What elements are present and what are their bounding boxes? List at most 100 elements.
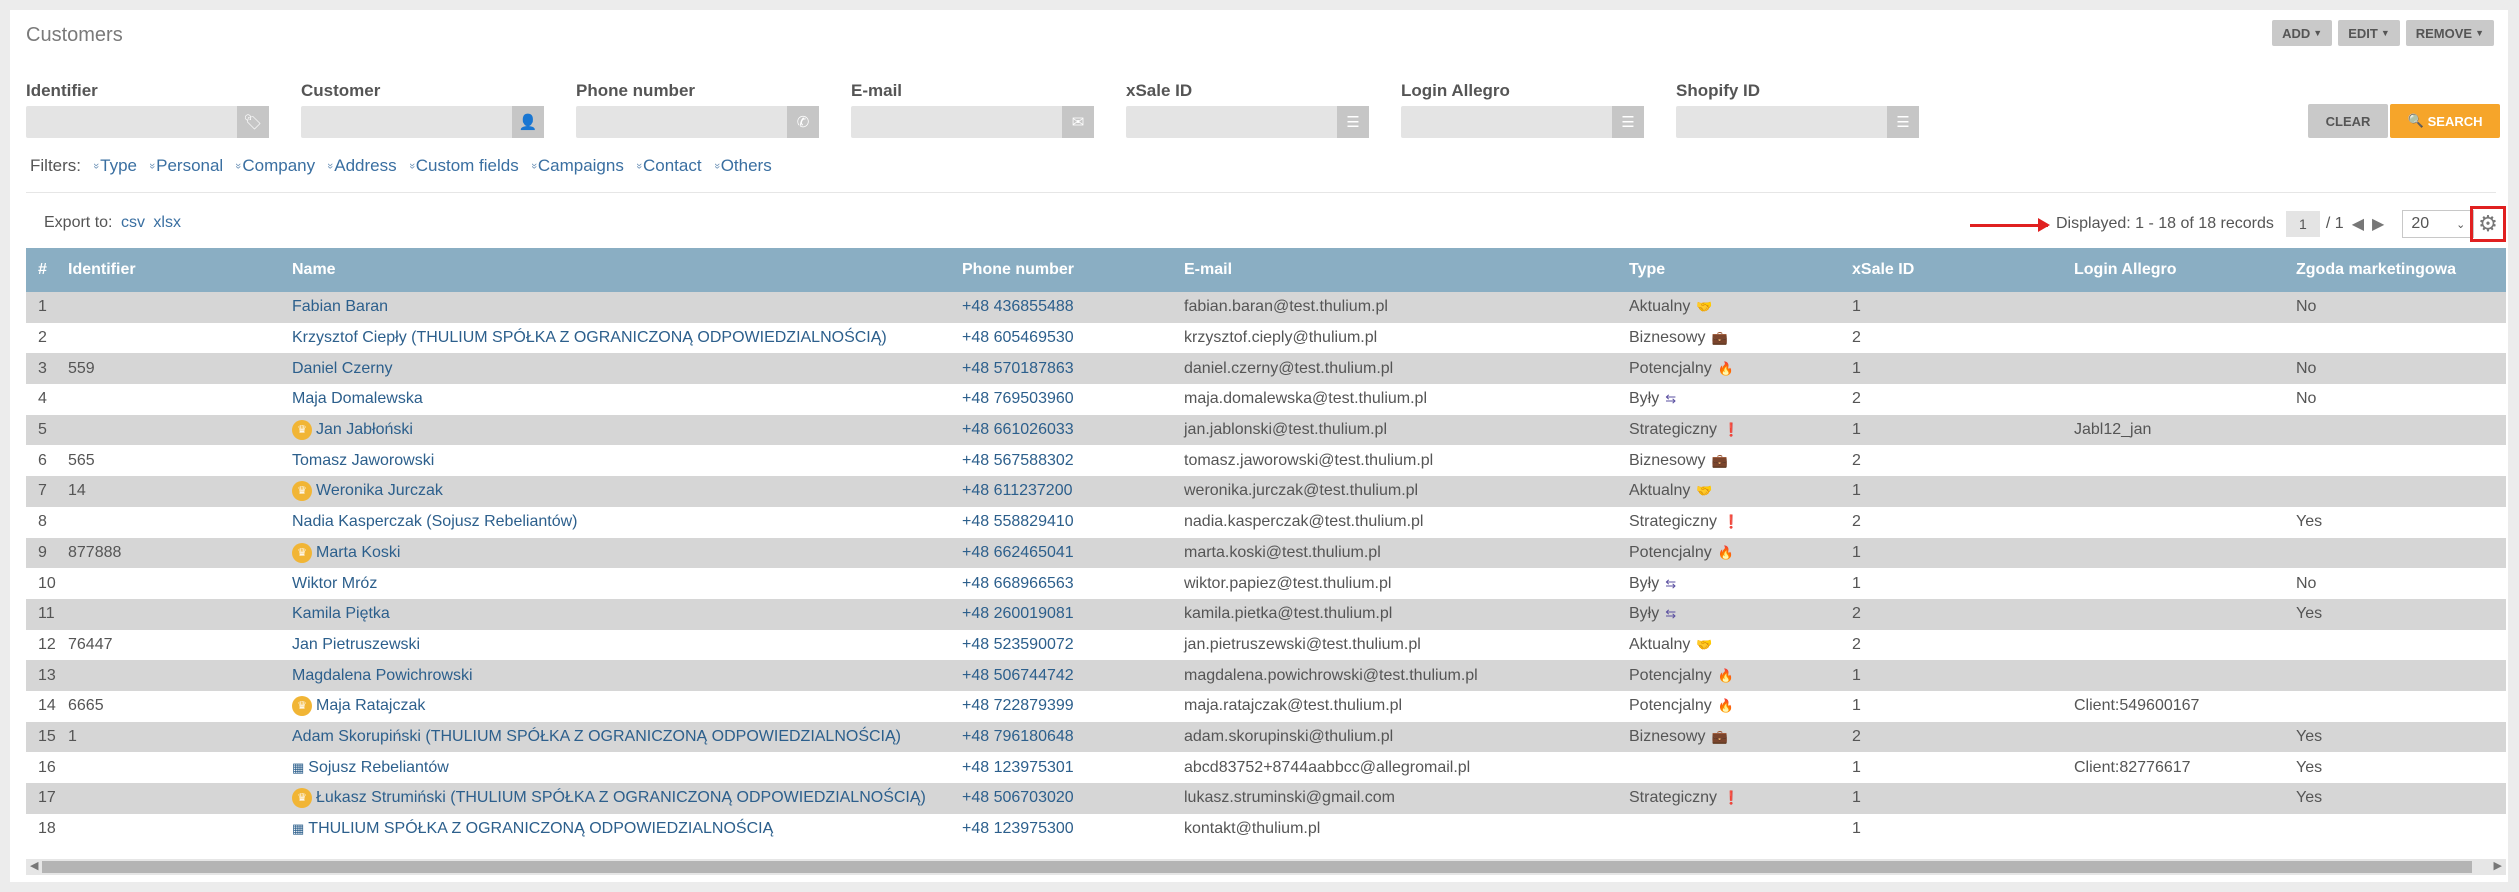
customer-name[interactable]: Jan Pietruszewski — [292, 636, 420, 653]
phone-cell[interactable]: +48 769503960 — [950, 384, 1172, 415]
filter-link[interactable]: » Others — [711, 156, 772, 176]
filter-link[interactable]: » Address — [324, 156, 396, 176]
phone-icon[interactable]: ✆ — [787, 106, 819, 138]
phone-cell[interactable]: +48 796180648 — [950, 721, 1172, 753]
table-row[interactable]: 12 76447 Jan Pietruszewski +48 523590072 jan… — [26, 629, 2506, 661]
phone-cell[interactable]: +48 570187863 — [950, 353, 1172, 385]
column-header[interactable]: Login Allegro — [2062, 248, 2284, 292]
horizontal-scrollbar[interactable]: ◀ ▶ — [26, 859, 2506, 875]
name-cell[interactable]: ♛ Maja Ratajczak — [280, 690, 950, 722]
phone-cell[interactable]: +48 436855488 — [950, 292, 1172, 323]
customer-name[interactable]: Marta Koski — [316, 544, 400, 561]
customer-name[interactable]: Maja Ratajczak — [316, 698, 425, 715]
column-header[interactable]: # — [26, 248, 56, 292]
scrollbar-thumb[interactable] — [42, 861, 2472, 873]
filter-link[interactable]: » Type — [90, 156, 137, 176]
table-row[interactable]: 17 ♛ Łukasz Strumiński (THULIUM SPÓŁKA Z O… — [26, 783, 2506, 814]
table-row[interactable]: 7 14 ♛ Weronika Jurczak +48 611237200 weronik… — [26, 476, 2506, 507]
name-cell[interactable]: ♛ Jan Jabłoński — [280, 414, 950, 446]
name-cell[interactable]: ♛ Marta Koski — [280, 537, 950, 569]
name-cell[interactable]: Jan Pietruszewski — [280, 629, 950, 661]
page-input[interactable]: 1 — [2285, 211, 2320, 237]
prev-page-icon[interactable]: ◀ — [2352, 214, 2364, 234]
add-button[interactable]: ADD ▼ — [2272, 20, 2333, 46]
list-icon[interactable]: ☰ — [1612, 106, 1644, 138]
phone-cell[interactable]: +48 523590072 — [950, 629, 1172, 661]
envelope-icon[interactable]: ✉ — [1062, 106, 1094, 138]
customer-name[interactable]: Adam Skorupiński (THULIUM SPÓŁKA Z OGRAN… — [292, 728, 901, 745]
column-header[interactable]: Name — [280, 248, 950, 292]
table-row[interactable]: 15 1 Adam Skorupiński (THULIUM SPÓŁKA Z OG… — [26, 721, 2506, 753]
table-row[interactable]: 1 Fabian Baran +48 436855488 fabian.baran@t… — [26, 292, 2506, 323]
customer-name[interactable]: Maja Domalewska — [292, 390, 423, 407]
table-row[interactable]: 2 Krzysztof Ciepły (THULIUM SPÓŁKA Z OGRA… — [26, 322, 2506, 354]
customer-name[interactable]: Nadia Kasperczak (Sojusz Rebeliantów) — [292, 513, 577, 530]
customer-name[interactable]: Jan Jabłoński — [316, 421, 413, 438]
column-header[interactable]: E-mail — [1172, 248, 1617, 292]
export-xlsx-link[interactable]: xlsx — [153, 214, 181, 231]
phone-cell[interactable]: +48 506703020 — [950, 783, 1172, 814]
filter-link[interactable]: » Personal — [146, 156, 223, 176]
customer-name[interactable]: Łukasz Strumiński (THULIUM SPÓŁKA Z OGRA… — [316, 790, 926, 807]
customer-name[interactable]: Sojusz Rebeliantów — [308, 759, 449, 776]
customer-name[interactable]: Krzysztof Ciepły (THULIUM SPÓŁKA Z OGRAN… — [292, 329, 887, 346]
table-row[interactable]: 5 ♛ Jan Jabłoński +48 661026033 jan.jablonsk… — [26, 414, 2506, 446]
phone-cell[interactable]: +48 567588302 — [950, 445, 1172, 477]
customer-name[interactable]: THULIUM SPÓŁKA Z OGRANICZONĄ ODPOWIEDZIA… — [308, 820, 773, 837]
column-header[interactable]: Identifier — [56, 248, 280, 292]
page-size-select[interactable]: 20 ⌄ — [2402, 210, 2475, 238]
edit-button[interactable]: EDIT ▼ — [2338, 20, 2400, 46]
name-cell[interactable]: ▦ Sojusz Rebeliantów — [280, 752, 950, 783]
column-header[interactable]: Zgoda marketingowa — [2284, 248, 2506, 292]
remove-button[interactable]: REMOVE ▼ — [2405, 20, 2494, 46]
table-row[interactable]: 10 Wiktor Mróz +48 668966563 wiktor.papiez@… — [26, 568, 2506, 599]
table-row[interactable]: 9 877888 ♛ Marta Koski +48 662465041 marta.ko… — [26, 537, 2506, 569]
search-button[interactable]: 🔍 SEARCH — [2390, 104, 2500, 138]
filter-link[interactable]: » Company — [232, 156, 315, 176]
scroll-left-icon[interactable]: ◀ — [30, 859, 38, 872]
table-row[interactable]: 4 Maja Domalewska +48 769503960 maja.domale… — [26, 384, 2506, 415]
scroll-right-icon[interactable]: ▶ — [2494, 859, 2502, 872]
list-icon[interactable]: ☰ — [1887, 106, 1919, 138]
name-cell[interactable]: Kamila Piętka — [280, 598, 950, 630]
filter-link[interactable]: » Contact — [633, 156, 702, 176]
phone-cell[interactable]: +48 611237200 — [950, 476, 1172, 507]
table-row[interactable]: 16 ▦ Sojusz Rebeliantów +48 123975301 abcd83… — [26, 752, 2506, 783]
table-row[interactable]: 3 559 Daniel Czerny +48 570187863 daniel.cze… — [26, 353, 2506, 385]
name-cell[interactable]: ♛ Weronika Jurczak — [280, 476, 950, 507]
name-cell[interactable]: ▦ THULIUM SPÓŁKA Z OGRANICZONĄ ODPOWIEDZI… — [280, 813, 950, 845]
table-row[interactable]: 6 565 Tomasz Jaworowski +48 567588302 tomasz… — [26, 445, 2506, 477]
phone-cell[interactable]: +48 605469530 — [950, 322, 1172, 354]
column-header[interactable]: xSale ID — [1840, 248, 2062, 292]
name-cell[interactable]: Magdalena Powichrowski — [280, 660, 950, 691]
name-cell[interactable]: Adam Skorupiński (THULIUM SPÓŁKA Z OGRAN… — [280, 721, 950, 753]
table-row[interactable]: 11 Kamila Piętka +48 260019081 kamila.pietk… — [26, 598, 2506, 630]
customer-name[interactable]: Tomasz Jaworowski — [292, 452, 434, 469]
name-cell[interactable]: Fabian Baran — [280, 292, 950, 323]
user-icon[interactable]: 👤 — [512, 106, 544, 138]
name-cell[interactable]: Tomasz Jaworowski — [280, 445, 950, 477]
name-cell[interactable]: Wiktor Mróz — [280, 568, 950, 599]
column-settings-button[interactable]: ⚙ — [2470, 206, 2506, 242]
phone-cell[interactable]: +48 668966563 — [950, 568, 1172, 599]
customer-name[interactable]: Weronika Jurczak — [316, 483, 443, 500]
customer-name[interactable]: Wiktor Mróz — [292, 575, 377, 592]
filter-link[interactable]: » Custom fields — [406, 156, 519, 176]
column-header[interactable]: Type — [1617, 248, 1840, 292]
phone-cell[interactable]: +48 722879399 — [950, 690, 1172, 722]
name-cell[interactable]: Maja Domalewska — [280, 384, 950, 415]
table-row[interactable]: 14 6665 ♛ Maja Ratajczak +48 722879399 maja.r… — [26, 690, 2506, 722]
table-row[interactable]: 18 ▦ THULIUM SPÓŁKA Z OGRANICZONĄ ODPOWIED… — [26, 813, 2506, 845]
column-header[interactable]: Phone number — [950, 248, 1172, 292]
tag-icon[interactable]: 🏷 — [237, 106, 269, 138]
customer-name[interactable]: Magdalena Powichrowski — [292, 667, 473, 684]
name-cell[interactable]: Nadia Kasperczak (Sojusz Rebeliantów) — [280, 506, 950, 538]
name-cell[interactable]: Daniel Czerny — [280, 353, 950, 385]
phone-cell[interactable]: +48 123975300 — [950, 813, 1172, 845]
table-row[interactable]: 13 Magdalena Powichrowski +48 506744742 mag… — [26, 660, 2506, 691]
export-csv-link[interactable]: csv — [121, 214, 145, 231]
name-cell[interactable]: ♛ Łukasz Strumiński (THULIUM SPÓŁKA Z OGR… — [280, 783, 950, 814]
customer-name[interactable]: Kamila Piętka — [292, 605, 390, 622]
table-row[interactable]: 8 Nadia Kasperczak (Sojusz Rebeliantów) +4… — [26, 506, 2506, 538]
next-page-icon[interactable]: ▶ — [2372, 214, 2384, 234]
